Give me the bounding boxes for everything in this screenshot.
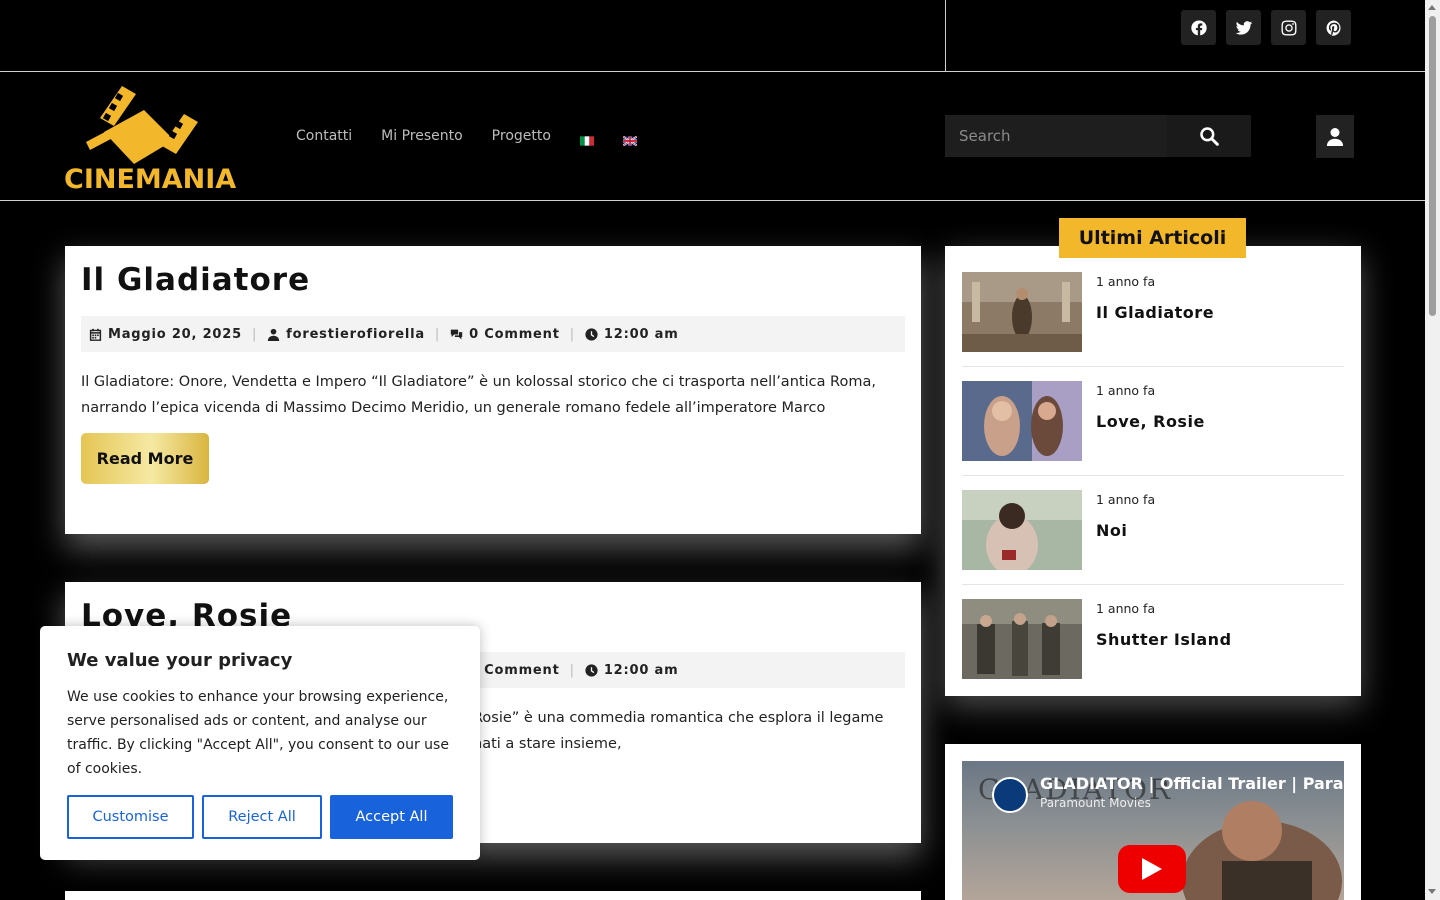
post-excerpt-line: Rosie” è una commedia romantica che espl… bbox=[473, 710, 884, 726]
nav-contatti[interactable]: Contatti bbox=[296, 128, 352, 144]
recent-post-title[interactable]: Noi bbox=[1096, 521, 1155, 540]
post-time: 12:00 am bbox=[603, 326, 679, 342]
post-thumbnail[interactable] bbox=[962, 272, 1082, 352]
comments-icon bbox=[450, 329, 463, 339]
cookie-text: We use cookies to enhance your browsing … bbox=[67, 689, 449, 777]
scrollbar-thumb[interactable] bbox=[1429, 16, 1436, 316]
main-nav: Contatti Mi Presento Progetto bbox=[296, 128, 638, 147]
post-thumbnail[interactable] bbox=[962, 490, 1082, 570]
post-comments[interactable]: 0 Comment bbox=[469, 327, 560, 342]
recent-post-item[interactable]: 1 anno fa Love, Rosie bbox=[962, 381, 1344, 461]
scroll-up-icon[interactable] bbox=[1428, 5, 1436, 10]
post-age: 1 anno fa bbox=[1096, 274, 1156, 289]
channel-avatar[interactable] bbox=[992, 777, 1028, 813]
accept-all-button[interactable]: Accept All bbox=[330, 795, 453, 839]
divider bbox=[962, 475, 1344, 476]
site-header: CINEMANIA Contatti Mi Presento Progetto bbox=[0, 72, 1425, 201]
post-excerpt: Il Gladiatore: Onore, Vendetta e Impero … bbox=[81, 374, 876, 416]
clock-icon bbox=[585, 663, 598, 677]
video-title[interactable]: GLADIATOR | Official Trailer | Paramo bbox=[1040, 774, 1344, 793]
reject-all-button[interactable]: Reject All bbox=[202, 795, 322, 839]
top-bar bbox=[0, 0, 1425, 72]
calendar-icon bbox=[89, 328, 102, 341]
nav-mi-presento[interactable]: Mi Presento bbox=[381, 128, 463, 144]
post-author[interactable]: forestierofiorella bbox=[286, 327, 425, 342]
search-input[interactable] bbox=[945, 115, 1167, 157]
scroll-down-icon[interactable] bbox=[1428, 889, 1436, 894]
account-button[interactable] bbox=[1316, 115, 1354, 158]
user-icon bbox=[1326, 127, 1344, 146]
page-scrollbar[interactable] bbox=[1425, 0, 1440, 900]
post-age: 1 anno fa bbox=[1096, 492, 1156, 507]
post-thumbnail[interactable] bbox=[962, 599, 1082, 679]
read-more-button[interactable]: Read More bbox=[81, 433, 209, 484]
post-meta: Maggio 20, 2025 | forestierofiorella | 0… bbox=[81, 316, 905, 352]
italian-flag-icon[interactable] bbox=[579, 131, 594, 146]
facebook-icon[interactable] bbox=[1181, 10, 1216, 45]
cookie-consent-banner: We value your privacy We use cookies to … bbox=[40, 626, 480, 860]
post-card: Il Gladiatore Maggio 20, 2025 | forestie… bbox=[65, 246, 921, 534]
instagram-icon[interactable] bbox=[1271, 10, 1306, 45]
twitter-icon[interactable] bbox=[1226, 10, 1261, 45]
recent-post-title[interactable]: Love, Rosie bbox=[1096, 412, 1205, 431]
post-thumbnail[interactable] bbox=[962, 381, 1082, 461]
video-player[interactable]: GLADIATOR GLADIATOR | Official Trailer |… bbox=[962, 761, 1344, 900]
post-excerpt-line: nati a stare insieme, bbox=[473, 736, 622, 752]
post-time: 12:00 am bbox=[603, 662, 679, 678]
user-icon bbox=[267, 328, 280, 341]
divider bbox=[962, 584, 1344, 585]
clock-icon bbox=[585, 327, 598, 341]
post-age: 1 anno fa bbox=[1096, 601, 1156, 616]
play-icon bbox=[1142, 858, 1162, 880]
divider bbox=[962, 366, 1344, 367]
recent-post-item[interactable]: 1 anno fa Shutter Island bbox=[962, 599, 1344, 679]
recent-post-title[interactable]: Il Gladiatore bbox=[1096, 303, 1214, 322]
customise-button[interactable]: Customise bbox=[67, 795, 194, 839]
logo-text: CINEMANIA bbox=[64, 164, 237, 195]
pinterest-icon[interactable] bbox=[1316, 10, 1351, 45]
widget-title: Ultimi Articoli bbox=[1059, 218, 1246, 258]
cookie-buttons: Customise Reject All Accept All bbox=[67, 795, 453, 839]
search-button[interactable] bbox=[1167, 115, 1251, 157]
uk-flag-icon[interactable] bbox=[622, 131, 638, 147]
search-form bbox=[945, 115, 1251, 157]
recent-post-title[interactable]: Shutter Island bbox=[1096, 630, 1232, 649]
nav-progetto[interactable]: Progetto bbox=[492, 128, 551, 144]
top-bar-divider bbox=[945, 0, 946, 72]
post-age: 1 anno fa bbox=[1096, 383, 1156, 398]
search-icon bbox=[1200, 127, 1219, 146]
post-title[interactable]: Il Gladiatore bbox=[81, 262, 905, 298]
post-card bbox=[65, 891, 921, 900]
cookie-title: We value your privacy bbox=[67, 650, 293, 671]
video-channel[interactable]: Paramount Movies bbox=[1040, 796, 1151, 810]
post-comments[interactable]: 0 Comment bbox=[469, 663, 560, 678]
post-date[interactable]: Maggio 20, 2025 bbox=[108, 327, 242, 342]
recent-post-item[interactable]: 1 anno fa Il Gladiatore bbox=[962, 272, 1344, 352]
social-links bbox=[1181, 10, 1351, 45]
recent-post-item[interactable]: 1 anno fa Noi bbox=[962, 490, 1344, 570]
play-button[interactable] bbox=[1118, 845, 1186, 893]
